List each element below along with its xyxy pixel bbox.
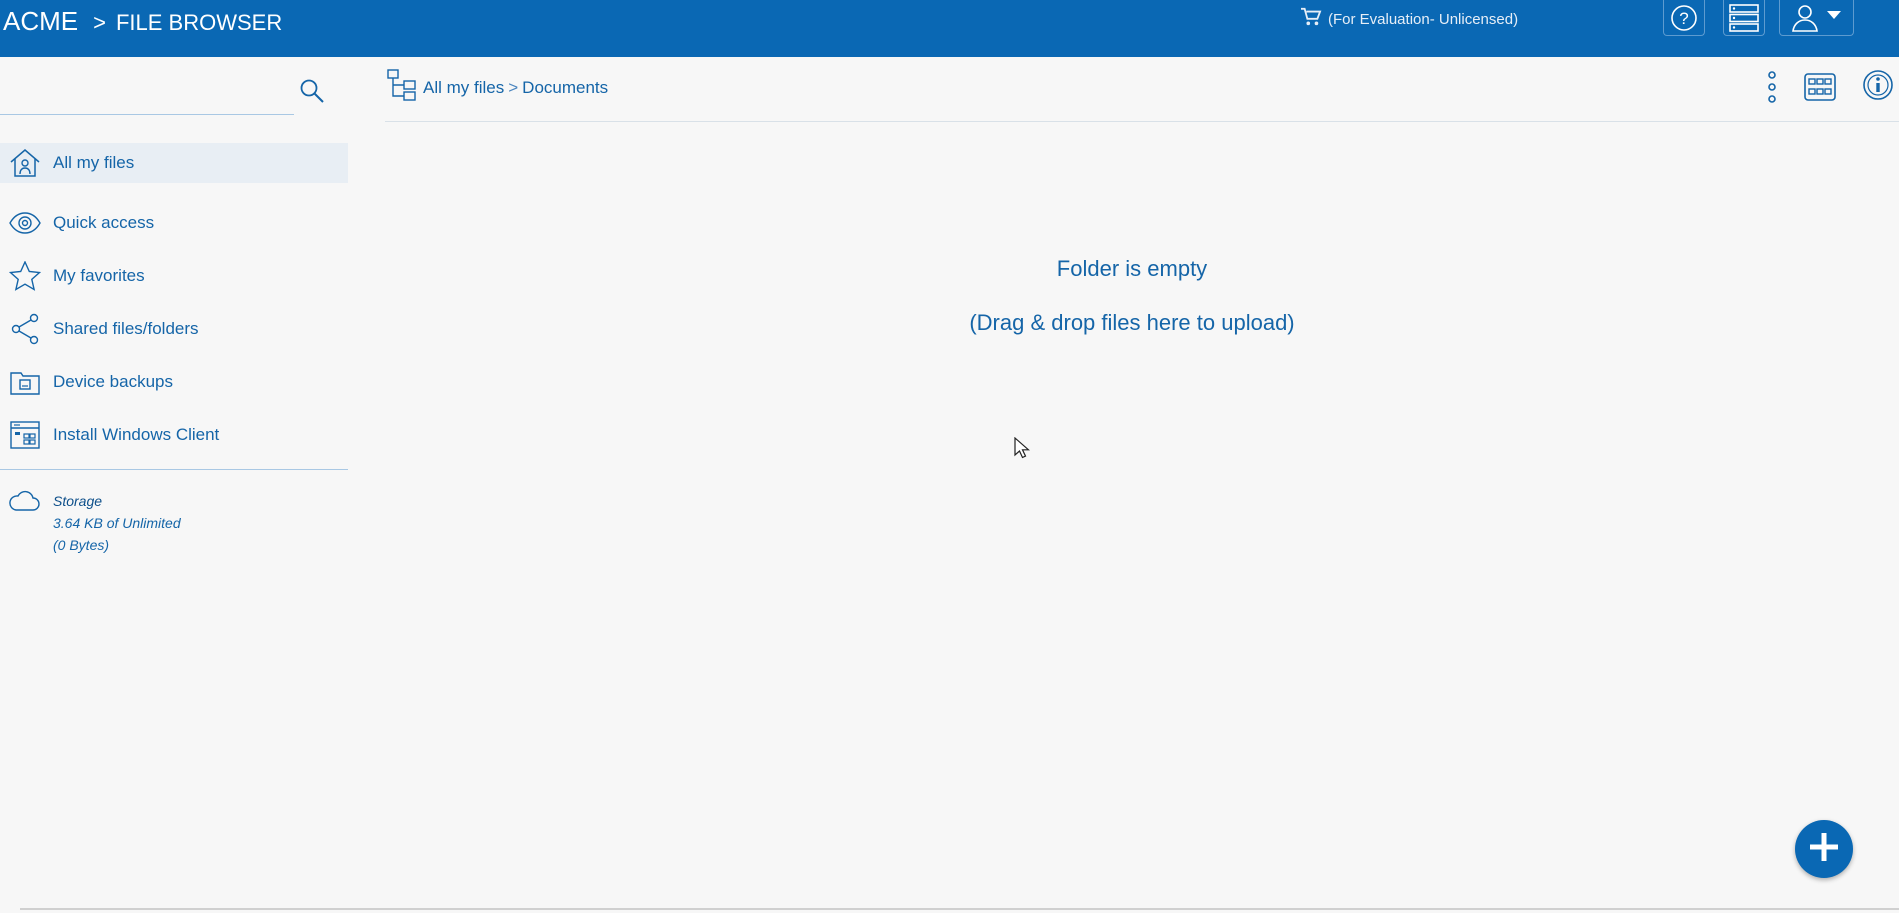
cloud-icon [8, 490, 40, 517]
empty-folder-title: Folder is empty [1056, 256, 1208, 281]
breadcrumb-root[interactable]: All my files [423, 78, 504, 97]
search-box [0, 68, 294, 115]
storage-title: Storage [53, 493, 103, 509]
search-icon[interactable] [299, 78, 325, 109]
bottom-border [20, 908, 1899, 910]
license-link[interactable]: (For Evaluation- Unlicensed) [1300, 7, 1518, 31]
section-title: FILE BROWSER [115, 10, 283, 35]
breadcrumb-separator: > [508, 78, 519, 97]
sidebar-item-label: All my files [53, 153, 135, 172]
grid-view-icon [1804, 72, 1836, 106]
server-icon [1729, 3, 1759, 32]
sidebar-divider [0, 469, 348, 470]
brand-name[interactable]: ACME [3, 6, 78, 36]
breadcrumb: All my files > Documents [385, 68, 1899, 122]
user-menu-icon [1791, 3, 1843, 33]
grid-view-button[interactable] [1803, 72, 1837, 106]
svg-text:?: ? [1679, 9, 1688, 28]
storage-usage: 3.64 KB of Unlimited [53, 515, 181, 531]
kebab-menu-icon [1766, 70, 1778, 109]
empty-folder-hint: (Drag & drop files here to upload) [969, 310, 1295, 335]
user-menu-button[interactable] [1779, 0, 1854, 36]
storage-bytes: (0 Bytes) [53, 537, 110, 553]
mouse-pointer-icon [1014, 436, 1031, 464]
more-options-button[interactable] [1762, 70, 1782, 109]
sidebar-item-label: Device backups [53, 371, 174, 391]
windows-client-icon [8, 418, 42, 452]
help-icon: ? [1670, 4, 1698, 32]
server-button[interactable] [1723, 0, 1765, 36]
eye-icon [8, 206, 42, 240]
license-text: (For Evaluation- Unlicensed) [1328, 10, 1519, 28]
sidebar-item-install-windows-client[interactable]: Install Windows Client [0, 408, 348, 461]
cart-icon [1300, 7, 1322, 31]
plus-icon [1807, 830, 1841, 869]
folder-tree-icon[interactable] [387, 69, 417, 106]
title-separator: > [93, 10, 106, 35]
breadcrumb-current[interactable]: Documents [522, 78, 608, 97]
info-icon [1862, 69, 1894, 106]
sidebar-item-label: Install Windows Client [53, 424, 220, 444]
sidebar-item-quick-access[interactable]: Quick access [0, 196, 348, 249]
top-header: ACME > FILE BROWSER (For Evaluation- Unlic… [0, 0, 1899, 57]
add-new-button[interactable] [1795, 820, 1853, 878]
app-title: ACME > FILE BROWSER [3, 6, 282, 37]
home-icon [8, 146, 42, 180]
sidebar-item-label: Quick access [53, 212, 155, 232]
sidebar-item-all-my-files[interactable]: All my files [0, 143, 348, 183]
help-button[interactable]: ? [1663, 0, 1705, 36]
info-button[interactable] [1862, 69, 1894, 106]
backup-icon [8, 365, 42, 399]
sidebar-item-device-backups[interactable]: Device backups [0, 355, 348, 408]
search-input[interactable] [4, 76, 284, 108]
sidebar-nav: All my files Quick access My favorites S… [0, 143, 348, 461]
